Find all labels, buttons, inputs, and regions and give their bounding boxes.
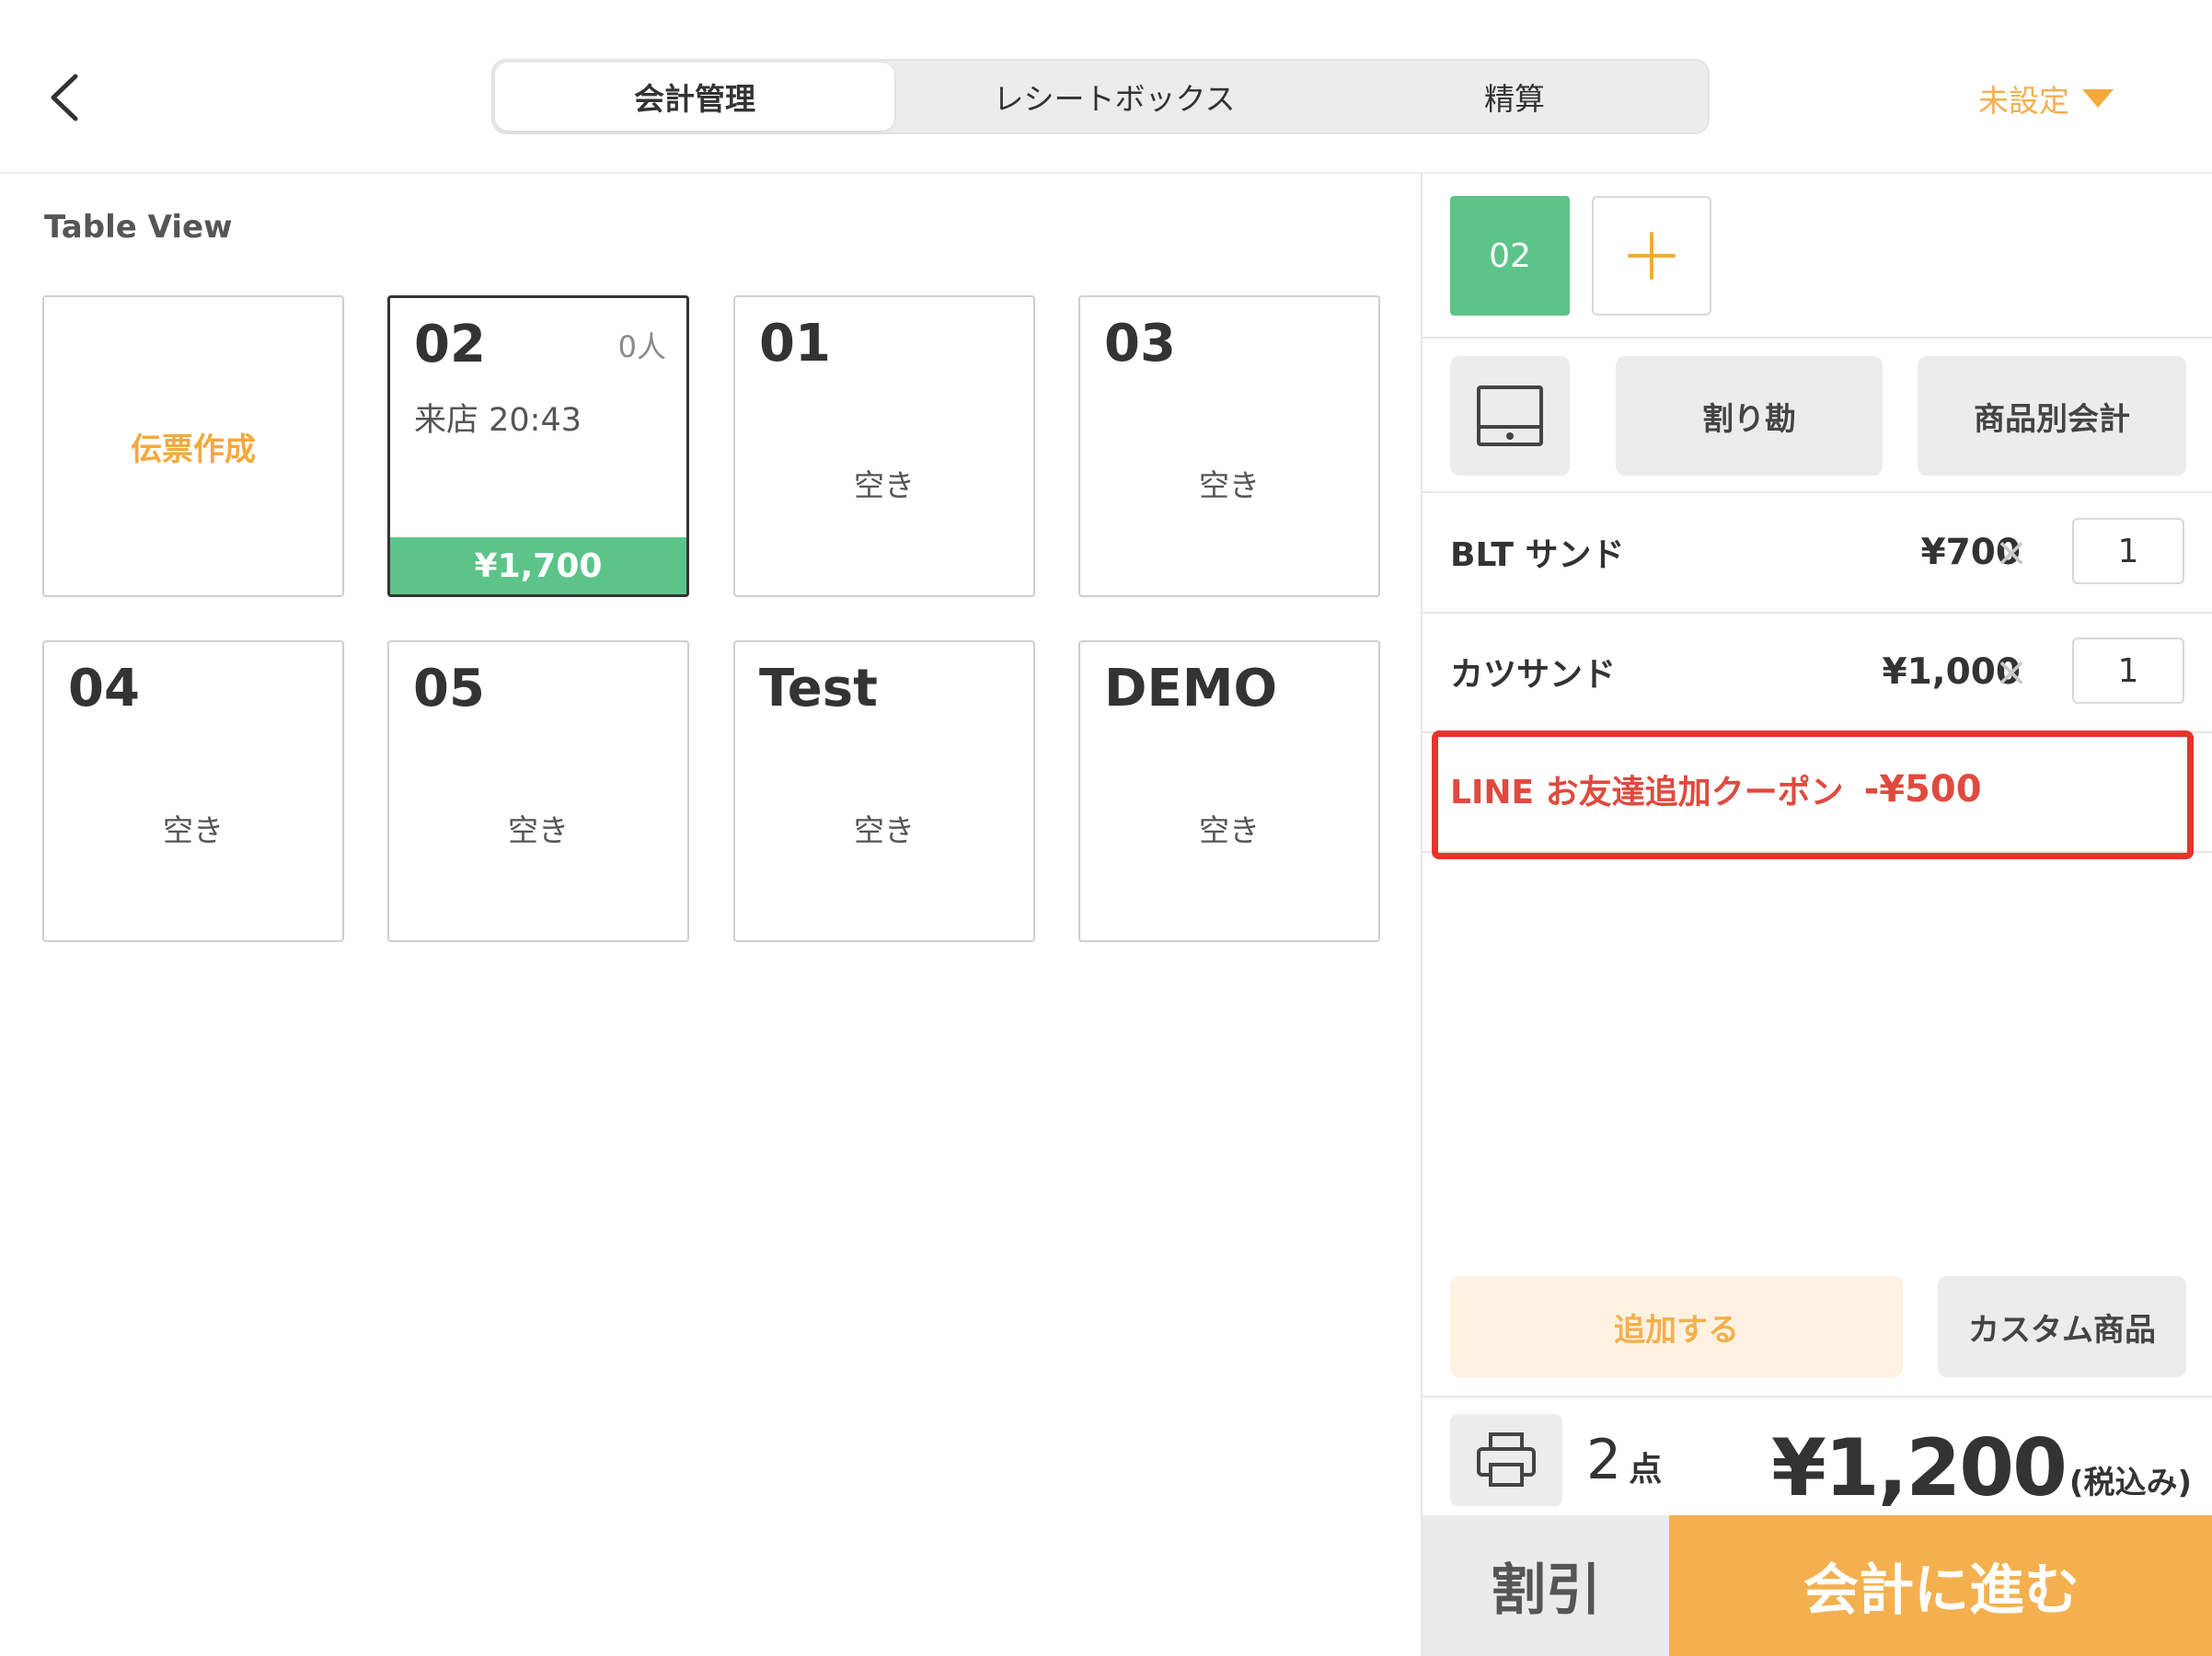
pay-by-item-button[interactable]: 商品別会計 bbox=[1918, 356, 2186, 476]
tab-receipt-box[interactable]: レシートボックス bbox=[916, 63, 1312, 131]
split-bill-button[interactable]: 割り勘 bbox=[1616, 356, 1883, 476]
table-status: 空き bbox=[854, 467, 915, 503]
back-button[interactable] bbox=[37, 63, 92, 132]
tax-note: (税込み) bbox=[2068, 1465, 2192, 1501]
header-bar: 会計管理 レシートボックス 精算 未設定 bbox=[0, 0, 2212, 174]
section-title: Table View bbox=[44, 209, 233, 246]
close-icon[interactable]: × bbox=[1993, 612, 2030, 731]
visit-time: 来店 20:43 bbox=[414, 402, 582, 439]
table-status: 空き bbox=[163, 812, 224, 848]
table-status: 空き bbox=[854, 812, 915, 848]
table-name: DEMO bbox=[1104, 659, 1278, 719]
custom-item-button[interactable]: カスタム商品 bbox=[1938, 1276, 2186, 1377]
table-name: 04 bbox=[68, 659, 140, 719]
table-status: 空き bbox=[1199, 467, 1260, 503]
order-item-row: BLT サンド ¥700 × 1 bbox=[1423, 492, 2212, 612]
table-tile-02[interactable]: 02 0人 来店 20:43 ¥1,700 bbox=[387, 295, 689, 597]
order-panel: 02 割り勘 商品別会計 BLT サンド ¥700 × 1 カツサンド ¥1,0… bbox=[1421, 174, 2212, 1656]
table-amount: ¥1,700 bbox=[390, 537, 686, 594]
item-name: カツサンド bbox=[1450, 656, 1617, 694]
coupon-row[interactable]: LINE お友達追加クーポン -¥500 bbox=[1423, 730, 2212, 849]
table-tile-03[interactable]: 03 空き bbox=[1078, 295, 1380, 597]
table-status: 空き bbox=[1199, 812, 1260, 848]
total-amount: ¥1,200 bbox=[1771, 1422, 2068, 1514]
tab-accounting[interactable]: 会計管理 bbox=[495, 63, 894, 131]
create-slip-label: 伝票作成 bbox=[131, 431, 256, 468]
total: ¥1,200 (税込み) bbox=[1771, 1407, 2192, 1508]
divider bbox=[1423, 337, 2212, 339]
coupon-text: LINE お友達追加クーポン -¥500 bbox=[1450, 730, 1982, 849]
checkout-button[interactable]: 会計に進む bbox=[1669, 1515, 2212, 1656]
plus-icon bbox=[1628, 232, 1676, 280]
table-status: 空き bbox=[508, 812, 569, 848]
table-tile-04[interactable]: 04 空き bbox=[42, 640, 344, 942]
item-name: BLT サンド bbox=[1450, 536, 1625, 574]
table-tile-demo[interactable]: DEMO 空き bbox=[1078, 640, 1380, 942]
caret-down-icon bbox=[2082, 89, 2114, 108]
table-name: 05 bbox=[413, 659, 485, 719]
quantity-field[interactable]: 1 bbox=[2072, 638, 2184, 704]
segmented-control: 会計管理 レシートボックス 精算 bbox=[491, 59, 1710, 134]
table-name: Test bbox=[759, 659, 878, 719]
table-tile-01[interactable]: 01 空き bbox=[733, 295, 1035, 597]
people-count: 0人 bbox=[617, 329, 666, 364]
divider bbox=[1423, 1396, 2212, 1397]
coupon-name: LINE お友達追加クーポン bbox=[1450, 774, 1844, 811]
cash-drawer-button[interactable] bbox=[1450, 356, 1570, 476]
print-button[interactable] bbox=[1450, 1414, 1562, 1506]
item-count: 2 点 bbox=[1586, 1414, 1662, 1506]
close-icon[interactable]: × bbox=[1993, 492, 2030, 612]
tab-settlement[interactable]: 精算 bbox=[1321, 63, 1708, 131]
coupon-amount: -¥500 bbox=[1863, 768, 1982, 811]
create-slip-tile[interactable]: 伝票作成 bbox=[42, 295, 344, 597]
quantity-field[interactable]: 1 bbox=[2072, 518, 2184, 584]
divider bbox=[1423, 851, 2212, 853]
discount-button[interactable]: 割引 bbox=[1423, 1515, 1669, 1656]
table-tile-test[interactable]: Test 空き bbox=[733, 640, 1035, 942]
chevron-left-icon bbox=[51, 74, 78, 121]
table-name: 02 bbox=[414, 315, 486, 374]
slip-tab-02[interactable]: 02 bbox=[1450, 196, 1570, 316]
add-item-button[interactable]: 追加する bbox=[1450, 1276, 1903, 1377]
add-slip-button[interactable] bbox=[1592, 196, 1711, 316]
item-count-unit: 点 bbox=[1629, 1451, 1663, 1489]
table-tile-05[interactable]: 05 空き bbox=[387, 640, 689, 942]
table-view-panel: Table View 伝票作成 02 0人 来店 20:43 ¥1,700 01… bbox=[0, 174, 1421, 1656]
cash-drawer-icon bbox=[1477, 385, 1543, 446]
table-name: 01 bbox=[759, 314, 831, 374]
staff-selector[interactable]: 未設定 bbox=[1978, 75, 2114, 121]
printer-icon bbox=[1477, 1432, 1536, 1487]
order-item-row: カツサンド ¥1,000 × 1 bbox=[1423, 612, 2212, 731]
table-name: 03 bbox=[1104, 314, 1176, 374]
item-count-number: 2 bbox=[1586, 1428, 1622, 1492]
staff-label: 未設定 bbox=[1978, 83, 2069, 119]
